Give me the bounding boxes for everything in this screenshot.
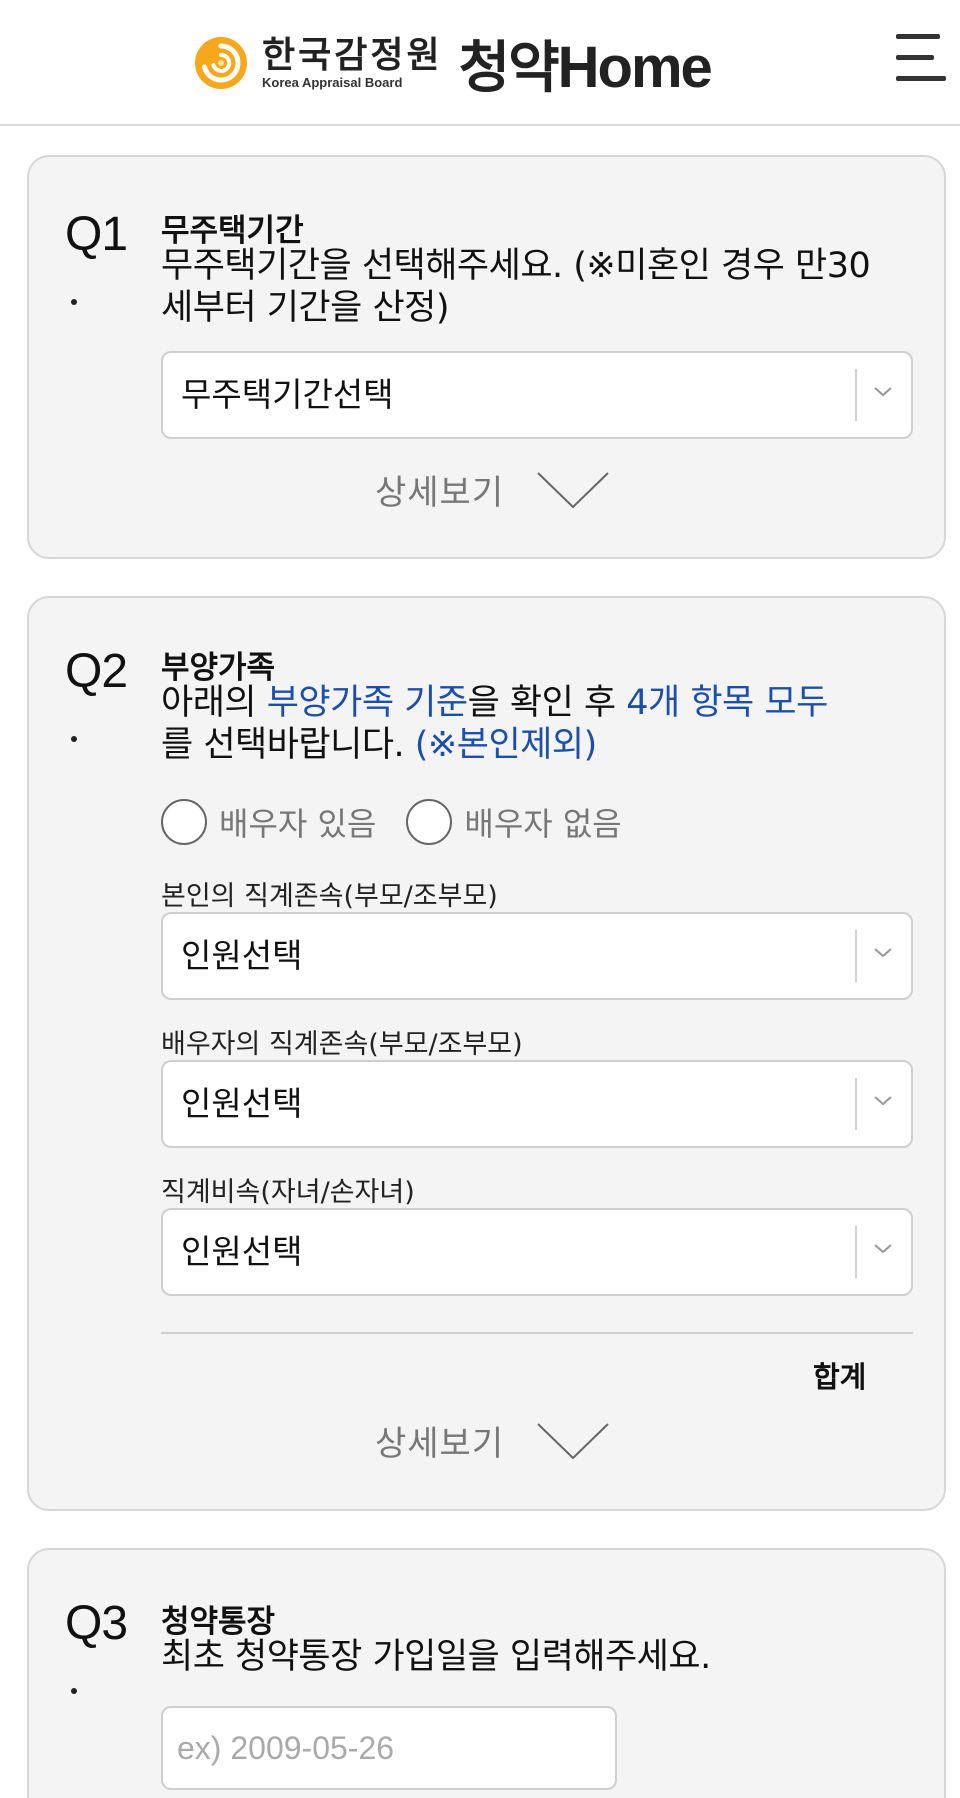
- select-value: 무주택기간선택: [181, 375, 394, 414]
- radio-label: 배우자 없음: [464, 805, 622, 843]
- own-ascendants-select[interactable]: 인원선택: [161, 912, 913, 1000]
- chevron-down-icon: [537, 1422, 609, 1459]
- total-label: 합계: [813, 1360, 867, 1394]
- spouse-radio-group: 배우자 있음 배우자 없음: [161, 799, 652, 845]
- desc-text: 을 확인 후: [467, 683, 627, 723]
- chevron-down-icon: [874, 948, 892, 958]
- brand-name-english: Home: [557, 34, 713, 100]
- question-number: Q1: [65, 208, 128, 261]
- desc-text: 를 선택바랍니다.: [161, 725, 415, 765]
- detail-toggle[interactable]: 상세보기: [375, 465, 610, 514]
- org-name: 한국감정원 Korea Appraisal Board: [262, 35, 443, 91]
- divider: [161, 1332, 913, 1334]
- detail-toggle[interactable]: 상세보기: [375, 1416, 610, 1465]
- question-number: Q3: [65, 1597, 128, 1650]
- chevron-down-icon: [874, 387, 892, 397]
- field-label-own-ascendants: 본인의 직계존속(부모/조부모): [161, 881, 498, 912]
- radio-spouse-yes[interactable]: 배우자 있음: [161, 799, 376, 845]
- app-header: 한국감정원 Korea Appraisal Board 청약 Home: [0, 0, 960, 126]
- radio-spouse-no[interactable]: 배우자 없음: [406, 799, 622, 845]
- subscription-date-input[interactable]: [161, 1706, 617, 1790]
- question-card-q3: Q3 청약통장 최초 청약통장 가입일을 입력해주세요.: [27, 1548, 946, 1798]
- select-separator: [855, 1226, 857, 1278]
- site-logo[interactable]: 한국감정원 Korea Appraisal Board 청약 Home: [192, 28, 713, 101]
- question-dot: [71, 299, 77, 305]
- question-title: 무주택기간: [161, 213, 304, 249]
- question-number: Q2: [65, 645, 128, 698]
- question-title: 부양가족: [161, 650, 276, 686]
- select-separator: [855, 930, 857, 982]
- question-card-q1: Q1 무주택기간 무주택기간을 선택해주세요. (※미혼인 경우 만30세부터 …: [27, 155, 946, 559]
- question-description: 무주택기간을 선택해주세요. (※미혼인 경우 만30세부터 기간을 산정): [161, 246, 871, 328]
- select-value: 인원선택: [181, 1232, 303, 1271]
- desc-highlight: 4개 항목 모두: [626, 683, 828, 723]
- org-name-english: Korea Appraisal Board: [262, 75, 403, 90]
- question-card-q2: Q2 부양가족 아래의 부양가족 기준을 확인 후 4개 항목 모두를 선택바랍…: [27, 596, 946, 1511]
- radio-label: 배우자 있음: [219, 805, 377, 843]
- org-name-korean: 한국감정원: [262, 34, 443, 76]
- field-label-spouse-ascendants: 배우자의 직계존속(부모/조부모): [161, 1029, 523, 1060]
- select-separator: [855, 1078, 857, 1130]
- question-title: 청약통장: [161, 1604, 276, 1640]
- hamburger-menu-icon[interactable]: [890, 32, 952, 84]
- question-dot: [71, 1688, 77, 1694]
- radio-circle[interactable]: [406, 799, 453, 845]
- radio-circle[interactable]: [161, 799, 207, 845]
- field-label-descendants: 직계비속(자녀/손자녀): [161, 1177, 415, 1208]
- select-value: 인원선택: [181, 936, 303, 975]
- question-dot: [71, 736, 77, 742]
- chevron-down-icon: [537, 471, 609, 508]
- spouse-ascendants-select[interactable]: 인원선택: [161, 1060, 913, 1148]
- chevron-down-icon: [874, 1244, 892, 1254]
- question-description: 아래의 부양가족 기준을 확인 후 4개 항목 모두를 선택바랍니다. (※본인…: [161, 682, 841, 766]
- detail-label: 상세보기: [375, 473, 505, 513]
- kab-swirl-logo-icon: [192, 34, 250, 92]
- dependents-criteria-link[interactable]: 부양가족 기준: [267, 683, 468, 723]
- descendants-select[interactable]: 인원선택: [161, 1208, 913, 1296]
- select-separator: [855, 369, 857, 421]
- brand-name-korean: 청약: [458, 35, 560, 101]
- chevron-down-icon: [874, 1096, 892, 1106]
- detail-label: 상세보기: [375, 1424, 505, 1464]
- homeless-period-select[interactable]: 무주택기간선택: [161, 351, 913, 439]
- select-value: 인원선택: [181, 1084, 303, 1123]
- desc-text: 아래의: [161, 683, 267, 723]
- question-description: 최초 청약통장 가입일을 입력해주세요.: [161, 1637, 711, 1677]
- desc-highlight: (※본인제외): [414, 725, 597, 765]
- brand-name: 청약 Home: [458, 23, 713, 104]
